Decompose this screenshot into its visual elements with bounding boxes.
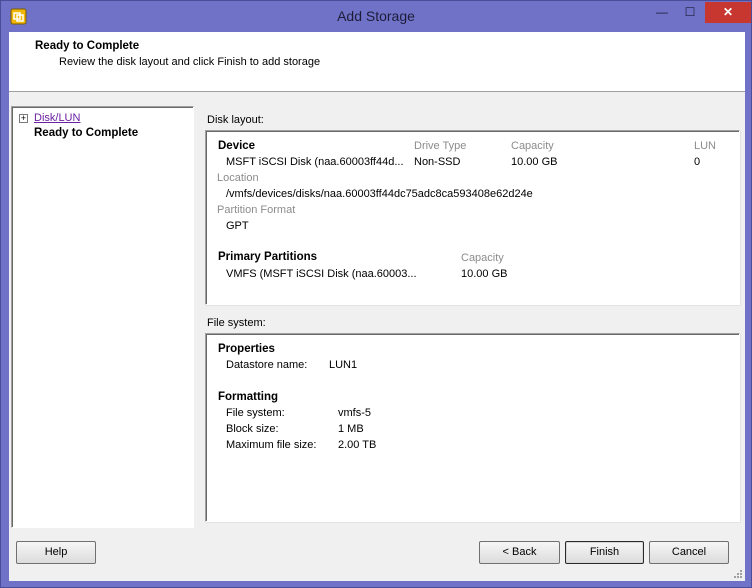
properties-header: Properties <box>218 343 275 355</box>
back-button[interactable]: < Back <box>479 541 560 564</box>
title-bar[interactable]: Add Storage — ☐ ✕ <box>1 1 751 32</box>
wizard-steps-panel: + Disk/LUN Ready to Complete <box>11 106 194 528</box>
help-button[interactable]: Help <box>16 541 96 564</box>
block-size-value: 1 MB <box>338 423 364 435</box>
add-storage-window: Add Storage — ☐ ✕ Ready to Complete Revi… <box>0 0 752 588</box>
file-system-panel: Properties Datastore name: LUN1 Formatti… <box>205 333 740 522</box>
drive-type-value: Non-SSD <box>414 156 461 168</box>
formatting-header: Formatting <box>218 391 279 403</box>
datastore-name-label: Datastore name: <box>226 359 308 371</box>
close-button[interactable]: ✕ <box>705 2 751 23</box>
disk-layout-panel: Device Drive Type Capacity LUN MSFT iSCS… <box>205 130 740 305</box>
max-file-size-label: Maximum file size: <box>226 439 317 451</box>
file-system-label: File system: <box>207 317 266 329</box>
wizard-header: Ready to Complete Review the disk layout… <box>9 32 745 92</box>
disk-layout-label: Disk layout: <box>207 114 264 126</box>
resize-grip-icon[interactable] <box>732 568 743 579</box>
block-size-label: Block size: <box>226 423 279 435</box>
minimize-button[interactable]: — <box>649 2 675 22</box>
maximize-button[interactable]: ☐ <box>677 2 703 22</box>
capacity-value: 10.00 GB <box>511 156 558 168</box>
step-ready-to-complete: Ready to Complete <box>34 127 139 139</box>
finish-button[interactable]: Finish <box>565 541 644 564</box>
page-subtitle: Review the disk layout and click Finish … <box>59 56 321 68</box>
cancel-button[interactable]: Cancel <box>649 541 729 564</box>
partition-capacity-value: 10.00 GB <box>461 268 508 280</box>
window-title: Add Storage <box>337 8 415 24</box>
partition-format-value: GPT <box>226 220 249 232</box>
location-header: Location <box>217 172 259 184</box>
partition-format-header: Partition Format <box>217 204 296 216</box>
drive-type-header: Drive Type <box>414 140 467 152</box>
partition-value: VMFS (MSFT iSCSI Disk (naa.60003... <box>226 268 417 280</box>
capacity-header: Capacity <box>511 140 554 152</box>
fs-type-value: vmfs-5 <box>338 407 371 419</box>
lun-header: LUN <box>694 140 717 152</box>
lun-value: 0 <box>694 156 701 168</box>
dialog-client-area: Ready to Complete Review the disk layout… <box>9 32 745 581</box>
page-title: Ready to Complete <box>35 40 140 52</box>
device-value: MSFT iSCSI Disk (naa.60003ff44d... <box>226 156 404 168</box>
device-header: Device <box>218 140 256 152</box>
expand-icon[interactable]: + <box>19 114 28 123</box>
location-value: /vmfs/devices/disks/naa.60003ff44dc75adc… <box>226 188 533 200</box>
partition-capacity-header: Capacity <box>461 252 504 264</box>
primary-partitions-header: Primary Partitions <box>218 251 318 263</box>
max-file-size-value: 2.00 TB <box>338 439 377 451</box>
fs-type-label: File system: <box>226 407 285 419</box>
step-disk-lun-link[interactable]: Disk/LUN <box>34 112 80 124</box>
datastore-name-value: LUN1 <box>329 359 358 371</box>
